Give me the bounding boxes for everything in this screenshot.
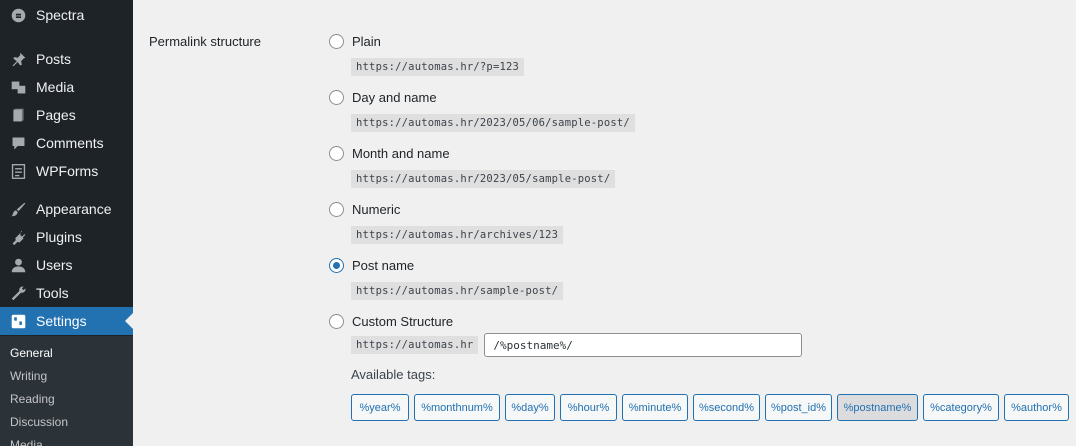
radio-button[interactable]: [329, 89, 344, 105]
sidebar-item-users[interactable]: Users: [0, 252, 133, 278]
sidebar-item-comments[interactable]: Comments: [0, 130, 133, 156]
option-label: Plain: [352, 33, 381, 49]
sidebar-item-settings[interactable]: Settings: [0, 307, 133, 335]
submenu-item-reading[interactable]: Reading: [10, 392, 55, 406]
sidebar-item-label: Media: [36, 79, 75, 95]
admin-sidebar: Spectra Posts Media Pages Comments WPFor…: [0, 0, 133, 446]
available-tags: %year% %monthnum% %day% %hour% %minute% …: [351, 394, 1074, 421]
sidebar-item-label: Tools: [36, 285, 69, 301]
option-label: Month and name: [352, 145, 450, 161]
tag-button-minute[interactable]: %minute%: [622, 394, 688, 421]
spectra-logo-icon: [0, 2, 36, 28]
tag-button-day[interactable]: %day%: [505, 394, 555, 421]
option-row[interactable]: Month and name: [329, 143, 615, 163]
radio-button[interactable]: [329, 145, 344, 161]
example-url: https://automas.hr/?p=123: [351, 58, 525, 76]
sidebar-item-label: Comments: [36, 135, 104, 151]
sidebar-item-label: Appearance: [36, 201, 112, 217]
submenu-item-general[interactable]: General: [10, 346, 53, 360]
sidebar-item-spectra[interactable]: Spectra: [0, 2, 133, 28]
settings-submenu: General Writing Reading Discussion Media: [0, 336, 133, 446]
sidebar-item-label: Plugins: [36, 229, 82, 245]
option-row[interactable]: Day and name: [329, 87, 635, 107]
sidebar-item-label: Pages: [36, 107, 76, 123]
sidebar-item-appearance[interactable]: Appearance: [0, 196, 133, 222]
active-menu-arrow: [125, 313, 133, 329]
tag-button-post-id[interactable]: %post_id%: [765, 394, 832, 421]
custom-structure-prefix: https://automas.hr: [351, 336, 479, 354]
permalink-option-post-name: Post name https://automas.hr/sample-post…: [329, 255, 564, 300]
submenu-item-media[interactable]: Media: [10, 438, 43, 446]
sidebar-item-wpforms[interactable]: WPForms: [0, 158, 133, 184]
radio-button[interactable]: [329, 33, 344, 49]
radio-button-checked[interactable]: [329, 257, 344, 273]
sidebar-item-posts[interactable]: Posts: [0, 46, 133, 72]
option-row[interactable]: Plain: [329, 31, 524, 51]
comment-icon: [0, 130, 36, 156]
sidebar-item-label: Spectra: [36, 7, 85, 23]
tag-button-postname[interactable]: %postname%: [837, 394, 918, 421]
option-label: Post name: [352, 257, 415, 273]
radio-button[interactable]: [329, 313, 344, 329]
option-row[interactable]: Post name: [329, 255, 563, 275]
tag-button-second[interactable]: %second%: [693, 394, 760, 421]
custom-structure-input[interactable]: [484, 333, 803, 357]
option-label: Numeric: [352, 201, 401, 217]
option-row[interactable]: Custom Structure: [329, 311, 453, 331]
custom-structure-row: https://automas.hr: [351, 333, 803, 357]
submenu-item-writing[interactable]: Writing: [10, 369, 47, 383]
tag-button-hour[interactable]: %hour%: [560, 394, 617, 421]
forms-icon: [0, 158, 36, 184]
option-label: Day and name: [352, 89, 437, 105]
permalink-option-month-and-name: Month and name https://automas.hr/2023/0…: [329, 143, 616, 188]
wrench-icon: [0, 280, 36, 306]
option-row[interactable]: Numeric: [329, 199, 563, 219]
settings-icon: [0, 308, 36, 334]
pages-icon: [0, 102, 36, 128]
media-icon: [0, 74, 36, 100]
brush-icon: [0, 196, 36, 222]
sidebar-item-tools[interactable]: Tools: [0, 280, 133, 306]
tag-button-year[interactable]: %year%: [351, 394, 409, 421]
permalink-structure-label: Permalink structure: [149, 34, 261, 49]
sidebar-item-pages[interactable]: Pages: [0, 102, 133, 128]
example-url: https://automas.hr/2023/05/06/sample-pos…: [351, 114, 635, 132]
permalink-option-day-and-name: Day and name https://automas.hr/2023/05/…: [329, 87, 635, 132]
available-tags-label: Available tags:: [351, 367, 436, 382]
tag-button-category[interactable]: %category%: [923, 394, 999, 421]
tag-button-author[interactable]: %author%: [1004, 394, 1069, 421]
example-url: https://automas.hr/archives/123: [351, 226, 564, 244]
sidebar-item-media[interactable]: Media: [0, 74, 133, 100]
sidebar-item-label: WPForms: [36, 163, 99, 179]
sidebar-item-label: Users: [36, 257, 73, 273]
option-label: Custom Structure: [352, 313, 454, 329]
permalink-option-numeric: Numeric https://automas.hr/archives/123: [329, 199, 564, 244]
settings-main: Permalink structure Plain https://automa…: [133, 0, 1076, 446]
radio-button[interactable]: [329, 201, 344, 217]
users-icon: [0, 252, 36, 278]
example-url: https://automas.hr/sample-post/: [351, 282, 564, 300]
example-url: https://automas.hr/2023/05/sample-post/: [351, 170, 616, 188]
radio-dot: [333, 261, 340, 269]
permalink-option-plain: Plain https://automas.hr/?p=123: [329, 31, 525, 76]
sidebar-item-label: Settings: [36, 313, 87, 329]
plug-icon: [0, 224, 36, 250]
permalink-option-custom: Custom Structure: [329, 311, 453, 331]
pin-icon: [0, 46, 36, 72]
sidebar-item-label: Posts: [36, 51, 72, 67]
submenu-item-discussion[interactable]: Discussion: [10, 415, 68, 429]
tag-button-monthnum[interactable]: %monthnum%: [414, 394, 500, 421]
sidebar-item-plugins[interactable]: Plugins: [0, 224, 133, 250]
